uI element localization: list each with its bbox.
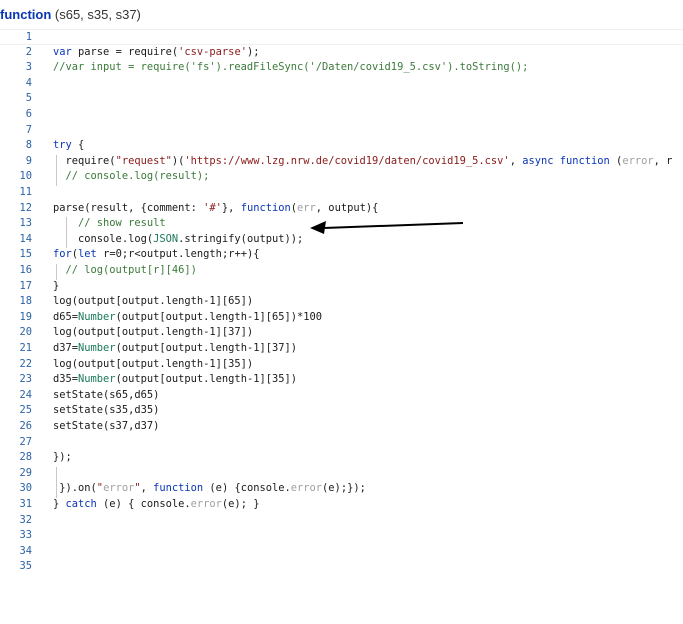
line-code[interactable]: log(output[output.length-1][65]) [53,294,683,310]
line-code[interactable]: require("request")('https://www.lzg.nrw.… [53,154,683,170]
code-line[interactable]: 26 setState(s37,d37) [0,419,683,435]
line-number: 30 [19,482,32,495]
line-number: 8 [25,139,32,152]
line-number: 21 [19,342,32,354]
line-code[interactable]: parse(result, {comment: '#'}, function(e… [53,201,683,217]
line-number: 15 [19,248,32,261]
line-number: 32 [19,513,32,526]
line-number: 13 [19,217,32,230]
line-number: 2 [25,45,32,58]
line-code[interactable]: //var input = require('fs').readFileSync… [53,60,683,76]
indent-guide [56,154,57,186]
code-line[interactable]: 28}); [0,450,683,466]
code-line[interactable]: 20 log(output[output.length-1][37]) [0,325,683,341]
line-code[interactable]: // log(output[r][46]) [53,263,683,279]
line-number: 31 [19,498,32,510]
function-keyword: function [0,7,52,22]
code-line[interactable]: 29 [0,466,683,482]
code-line[interactable]: 31 } catch (e) { console.error(e); } [0,497,683,513]
line-number: 35 [19,560,32,573]
line-code[interactable]: }); [53,450,683,466]
code-line[interactable]: 9 require("request")('https://www.lzg.nr… [0,154,683,170]
code-line[interactable]: 18 log(output[output.length-1][65]) [0,294,683,310]
code-line[interactable]: 30 }).on("error", function (e) {console.… [0,481,683,497]
line-code[interactable]: }).on("error", function (e) {console.err… [53,481,683,497]
line-number: 25 [19,404,32,417]
code-line[interactable]: 17} [0,279,683,295]
line-number: 17 [19,279,32,292]
line-number: 10 [19,170,32,183]
code-line[interactable]: 4 [0,76,683,92]
indent-guide [56,466,57,498]
line-number: 5 [25,92,32,105]
code-line[interactable]: 24 setState(s65,d65) [0,388,683,404]
line-number: 9 [25,154,32,167]
code-line[interactable]: 2 var parse = require('csv-parse'); [0,45,683,61]
code-line[interactable]: 1 [0,29,683,45]
code-line[interactable]: 33 [0,528,683,544]
code-line[interactable]: 7 [0,123,683,139]
line-number: 16 [19,264,32,276]
line-number: 34 [19,544,32,557]
annotation-arrow [310,221,464,234]
code-line[interactable]: 21 d37=Number(output[output.length-1][37]… [0,341,683,357]
indent-guide [66,217,67,249]
line-number: 20 [19,326,32,339]
code-line[interactable]: 27 [0,435,683,451]
line-number: 22 [19,357,32,370]
function-params: (s65, s35, s37) [54,7,141,22]
line-code[interactable]: // console.log(result); [53,169,683,185]
line-code[interactable]: setState(s65,d65) [53,388,683,404]
line-number: 33 [19,529,32,542]
code-line[interactable]: 35 [0,559,683,575]
line-code[interactable]: d37=Number(output[output.length-1][37]) [53,341,683,357]
code-line[interactable]: 34 [0,544,683,560]
line-code[interactable]: d35=Number(output[output.length-1][35]) [53,372,683,388]
line-number: 18 [19,295,32,308]
code-line[interactable]: 5 [0,91,683,107]
code-line[interactable]: 16 // log(output[r][46]) [0,263,683,279]
line-number: 6 [25,108,32,120]
line-number: 24 [19,388,32,401]
code-line[interactable]: 12 parse(result, {comment: '#'}, function… [0,201,683,217]
code-line[interactable]: 22 log(output[output.length-1][35]) [0,357,683,373]
code-line[interactable]: 8 try { [0,138,683,154]
line-code[interactable]: for(let r=0;r<output.length;r++){ [53,247,683,263]
line-number: 14 [19,232,32,245]
line-code[interactable]: log(output[output.length-1][35]) [53,357,683,373]
line-number: 11 [19,186,32,198]
line-number: 3 [25,61,32,74]
code-line[interactable]: 15 for(let r=0;r<output.length;r++){ [0,247,683,263]
line-code[interactable]: d65=Number(output[output.length-1][65])*… [53,310,683,326]
code-line[interactable]: 32 [0,513,683,529]
line-number: 7 [25,123,32,136]
line-code[interactable]: setState(s35,d35) [53,403,683,419]
code-line[interactable]: 19 d65=Number(output[output.length-1][65]… [0,310,683,326]
code-line[interactable]: 10 // console.log(result); [0,169,683,185]
function-signature-header: function (s65, s35, s37) [0,6,141,24]
line-number: 26 [19,420,32,432]
line-number: 12 [19,201,32,214]
line-number: 19 [19,310,32,323]
line-number: 23 [19,373,32,386]
line-code[interactable]: log(output[output.length-1][37]) [53,325,683,341]
line-number: 27 [19,435,32,448]
line-number: 28 [19,451,32,464]
indent-guide [56,264,57,280]
line-code[interactable]: } [53,279,683,295]
line-code[interactable]: try { [53,138,683,154]
script-editor-page: function (s65, s35, s37) 1 2 var parse = r… [0,0,683,624]
code-line[interactable]: 25 setState(s35,d35) [0,403,683,419]
code-editor[interactable]: 1 2 var parse = require('csv-parse'); 3//va… [0,29,683,572]
line-number: 29 [19,466,32,479]
line-number: 4 [25,76,32,89]
line-code[interactable]: setState(s37,d37) [53,419,683,435]
code-line[interactable]: 11 [0,185,683,201]
code-line[interactable]: 6 [0,107,683,123]
line-code[interactable]: } catch (e) { console.error(e); } [53,497,683,513]
line-code[interactable]: var parse = require('csv-parse'); [53,45,683,61]
line-number: 1 [25,31,32,43]
code-line[interactable]: 23 d35=Number(output[output.length-1][35]… [0,372,683,388]
code-line[interactable]: 3 //var input = require('fs').readFileSyn… [0,60,683,76]
